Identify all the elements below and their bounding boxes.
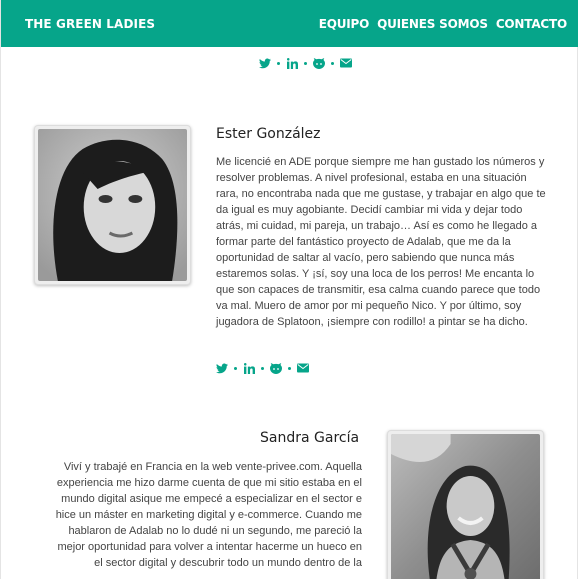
member-bio: Viví y trabajé en Francia en la web vent… bbox=[55, 461, 362, 569]
member-photo-ester bbox=[34, 125, 191, 285]
social-links-top bbox=[259, 57, 352, 69]
separator-dot bbox=[234, 366, 237, 370]
email-icon[interactable] bbox=[297, 362, 309, 374]
social-links-ester bbox=[216, 362, 309, 374]
nav-link-quienes-somos[interactable]: QUIENES SOMOS bbox=[377, 17, 488, 31]
twitter-icon[interactable] bbox=[259, 57, 271, 69]
separator-dot bbox=[277, 61, 280, 65]
member-name: Ester González bbox=[216, 126, 321, 142]
member-photo-sandra bbox=[387, 430, 544, 579]
separator-dot bbox=[261, 366, 264, 370]
brand-logo-text[interactable]: THE GREEN LADIES bbox=[25, 17, 155, 31]
email-icon[interactable] bbox=[340, 57, 352, 69]
nav-link-contacto[interactable]: CONTACTO bbox=[496, 17, 567, 31]
nav-menu: EQUIPO QUIENES SOMOS CONTACTO bbox=[319, 17, 567, 31]
member-name: Sandra García bbox=[260, 430, 360, 446]
member-bio: Me licencié en ADE porque siempre me han… bbox=[216, 156, 546, 328]
linkedin-icon[interactable] bbox=[286, 57, 298, 69]
github-icon[interactable] bbox=[313, 57, 325, 69]
github-icon[interactable] bbox=[270, 362, 282, 374]
nav-link-equipo[interactable]: EQUIPO bbox=[319, 17, 370, 31]
separator-dot bbox=[288, 366, 291, 370]
separator-dot bbox=[304, 61, 307, 65]
separator-dot bbox=[331, 61, 334, 65]
twitter-icon[interactable] bbox=[216, 362, 228, 374]
linkedin-icon[interactable] bbox=[243, 362, 255, 374]
navbar: THE GREEN LADIES EQUIPO QUIENES SOMOS CO… bbox=[1, 0, 578, 47]
